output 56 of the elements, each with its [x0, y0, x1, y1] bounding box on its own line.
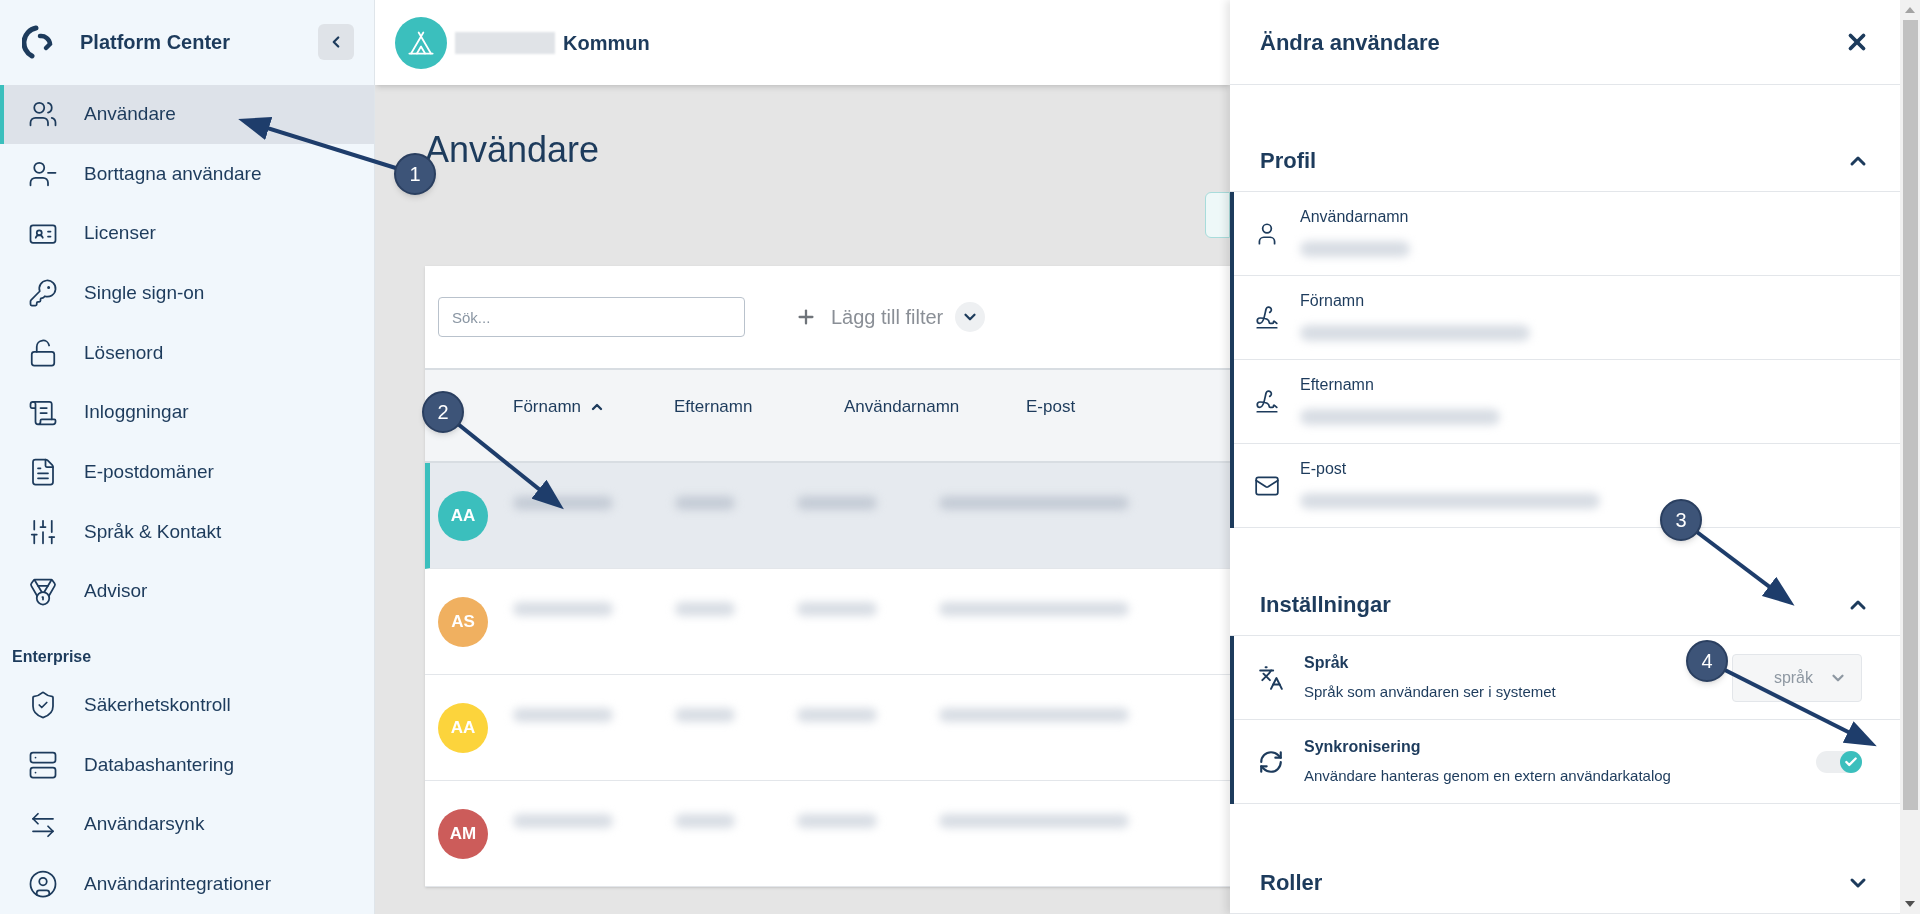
panel-title: Ändra användare	[1260, 28, 1440, 57]
medal-icon	[28, 576, 58, 607]
button-edge	[1205, 192, 1230, 238]
sidebar-item[interactable]: E-postdomäner	[0, 442, 374, 503]
search-field[interactable]: Sök...	[438, 297, 745, 337]
server-icon	[28, 749, 58, 780]
sidebar-item[interactable]: Användarintegrationer	[0, 854, 374, 914]
sidebar-item[interactable]: Advisor	[0, 561, 374, 622]
avatar: AM	[438, 808, 488, 859]
user-minus-icon	[28, 159, 58, 189]
sidebar-item[interactable]: Användare	[0, 84, 374, 145]
section-title: Profil	[1260, 147, 1317, 175]
sidebar-item[interactable]: Borttagna användare	[0, 144, 374, 204]
blurred-value	[675, 707, 735, 722]
section-title: Roller	[1260, 869, 1323, 897]
sync-icon	[1258, 748, 1284, 775]
blurred-value	[675, 601, 735, 616]
translate-icon	[1258, 664, 1284, 691]
sidebar-item[interactable]: Databashantering	[0, 735, 374, 795]
sidebar-item[interactable]: Språk & Kontakt	[0, 502, 374, 562]
sidebar-item[interactable]: Säkerhetskontroll	[0, 675, 374, 736]
column-header[interactable]: E-post	[1026, 392, 1176, 422]
setting-description: Språk som användaren ser i systemet	[1304, 682, 1556, 703]
field-label: Efternamn	[1300, 374, 1375, 395]
signature-icon	[1254, 304, 1280, 331]
avatar: AA	[438, 490, 488, 541]
section-title: Inställningar	[1260, 591, 1391, 619]
column-header[interactable]: Förnamn	[513, 392, 674, 422]
check-icon	[1844, 754, 1858, 769]
sidebar-item[interactable]: Licenser	[0, 203, 374, 264]
collapse-button[interactable]	[318, 24, 354, 61]
setting-label: Synkronisering	[1304, 737, 1422, 758]
setting-label: Språk	[1304, 653, 1350, 674]
signature-icon	[1254, 388, 1280, 415]
sidebar-item[interactable]: Användarsynk	[0, 794, 374, 855]
scrollbar[interactable]	[1900, 0, 1920, 914]
sidebar-item[interactable]: Inloggningar	[0, 382, 374, 443]
organization-name: Kommun	[563, 30, 650, 56]
blurred-value	[675, 813, 735, 828]
key-icon	[28, 278, 58, 309]
column-header[interactable]: Efternamn	[674, 392, 844, 422]
sidebar-item[interactable]: Single sign-on	[0, 263, 374, 324]
blurred-value	[675, 495, 735, 510]
unlocked-padlock-icon	[28, 337, 58, 368]
sidebar-item[interactable]: Lösenord	[0, 323, 374, 383]
setting-description: Användare hanteras genom en extern användarkatalog	[1304, 766, 1671, 787]
section-label: Enterprise	[12, 648, 92, 666]
user-circle-icon	[28, 869, 58, 900]
avatar: AA	[438, 702, 488, 753]
field-label: E-post	[1300, 458, 1348, 479]
field-label: Användarnamn	[1300, 206, 1410, 227]
brand-name: Platform Center	[80, 30, 231, 56]
filter-dropdown-button[interactable]	[955, 302, 986, 332]
field-label: Förnamn	[1300, 290, 1366, 311]
column-header[interactable]: Användarnamn	[844, 392, 1026, 422]
avatar: AS	[438, 596, 488, 647]
